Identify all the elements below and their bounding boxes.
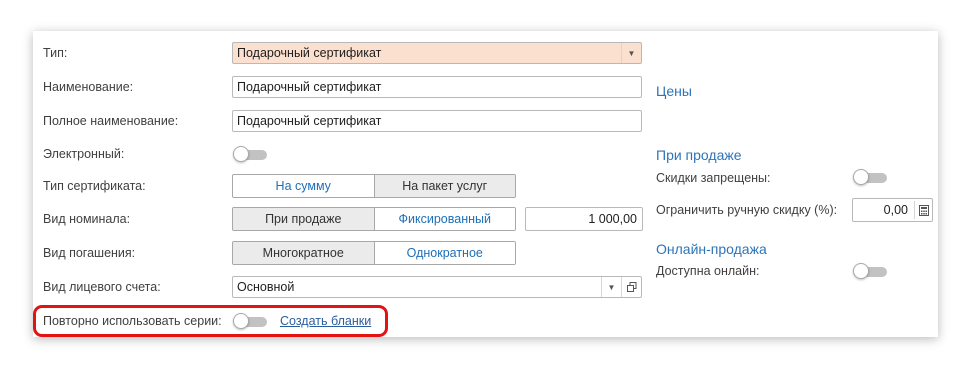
- available-online-label: Доступна онлайн:: [656, 264, 760, 278]
- cert-type-option-package[interactable]: На пакет услуг: [373, 175, 515, 197]
- redemption-option-single[interactable]: Однократное: [373, 242, 515, 264]
- redemption-option-multiple[interactable]: Многократное: [233, 242, 374, 264]
- cert-type-switch[interactable]: На сумму На пакет услуг: [232, 174, 516, 198]
- account-type-select[interactable]: Основной ▼: [232, 276, 642, 298]
- nominal-switch[interactable]: При продаже Фиксированный: [232, 207, 516, 231]
- open-form-icon[interactable]: [621, 277, 641, 297]
- full-name-value: Подарочный сертификат: [237, 114, 382, 128]
- name-label: Наименование:: [43, 80, 134, 94]
- chevron-down-icon[interactable]: ▼: [601, 277, 621, 297]
- account-type-label: Вид лицевого счета:: [43, 280, 161, 294]
- type-select[interactable]: Подарочный сертификат ▼: [232, 42, 642, 64]
- nominal-amount-input[interactable]: 1 000,00: [525, 207, 643, 231]
- limit-discount-value: 0,00: [883, 203, 908, 217]
- cert-type-label: Тип сертификата:: [43, 179, 146, 193]
- redemption-label: Вид погашения:: [43, 246, 136, 260]
- type-value: Подарочный сертификат: [237, 46, 382, 60]
- account-type-value: Основной: [237, 280, 295, 294]
- online-sale-section-title: Онлайн-продажа: [656, 241, 767, 257]
- limit-discount-input[interactable]: 0,00: [852, 198, 933, 222]
- calculator-icon[interactable]: [914, 201, 932, 219]
- highlight-frame: [33, 305, 388, 337]
- name-value: Подарочный сертификат: [237, 80, 382, 94]
- full-name-label: Полное наименование:: [43, 114, 179, 128]
- nominal-amount-value: 1 000,00: [588, 212, 637, 226]
- nominal-option-fixed[interactable]: Фиксированный: [373, 208, 515, 230]
- name-input[interactable]: Подарочный сертификат: [232, 76, 642, 98]
- full-name-input[interactable]: Подарочный сертификат: [232, 110, 642, 132]
- cert-type-option-sum[interactable]: На сумму: [233, 175, 374, 197]
- available-online-toggle[interactable]: [853, 263, 887, 279]
- nominal-label: Вид номинала:: [43, 212, 131, 226]
- discounts-forbidden-toggle[interactable]: [853, 169, 887, 185]
- prices-section-title[interactable]: Цены: [656, 83, 692, 99]
- chevron-down-icon[interactable]: ▼: [621, 43, 641, 63]
- type-label: Тип:: [43, 46, 68, 60]
- electronic-label: Электронный:: [43, 147, 125, 161]
- discounts-forbidden-label: Скидки запрещены:: [656, 171, 771, 185]
- redemption-switch[interactable]: Многократное Однократное: [232, 241, 516, 265]
- limit-discount-label: Ограничить ручную скидку (%):: [656, 203, 838, 217]
- on-sale-section-title: При продаже: [656, 147, 742, 163]
- electronic-toggle[interactable]: [233, 146, 267, 162]
- nominal-option-on-sale[interactable]: При продаже: [233, 208, 374, 230]
